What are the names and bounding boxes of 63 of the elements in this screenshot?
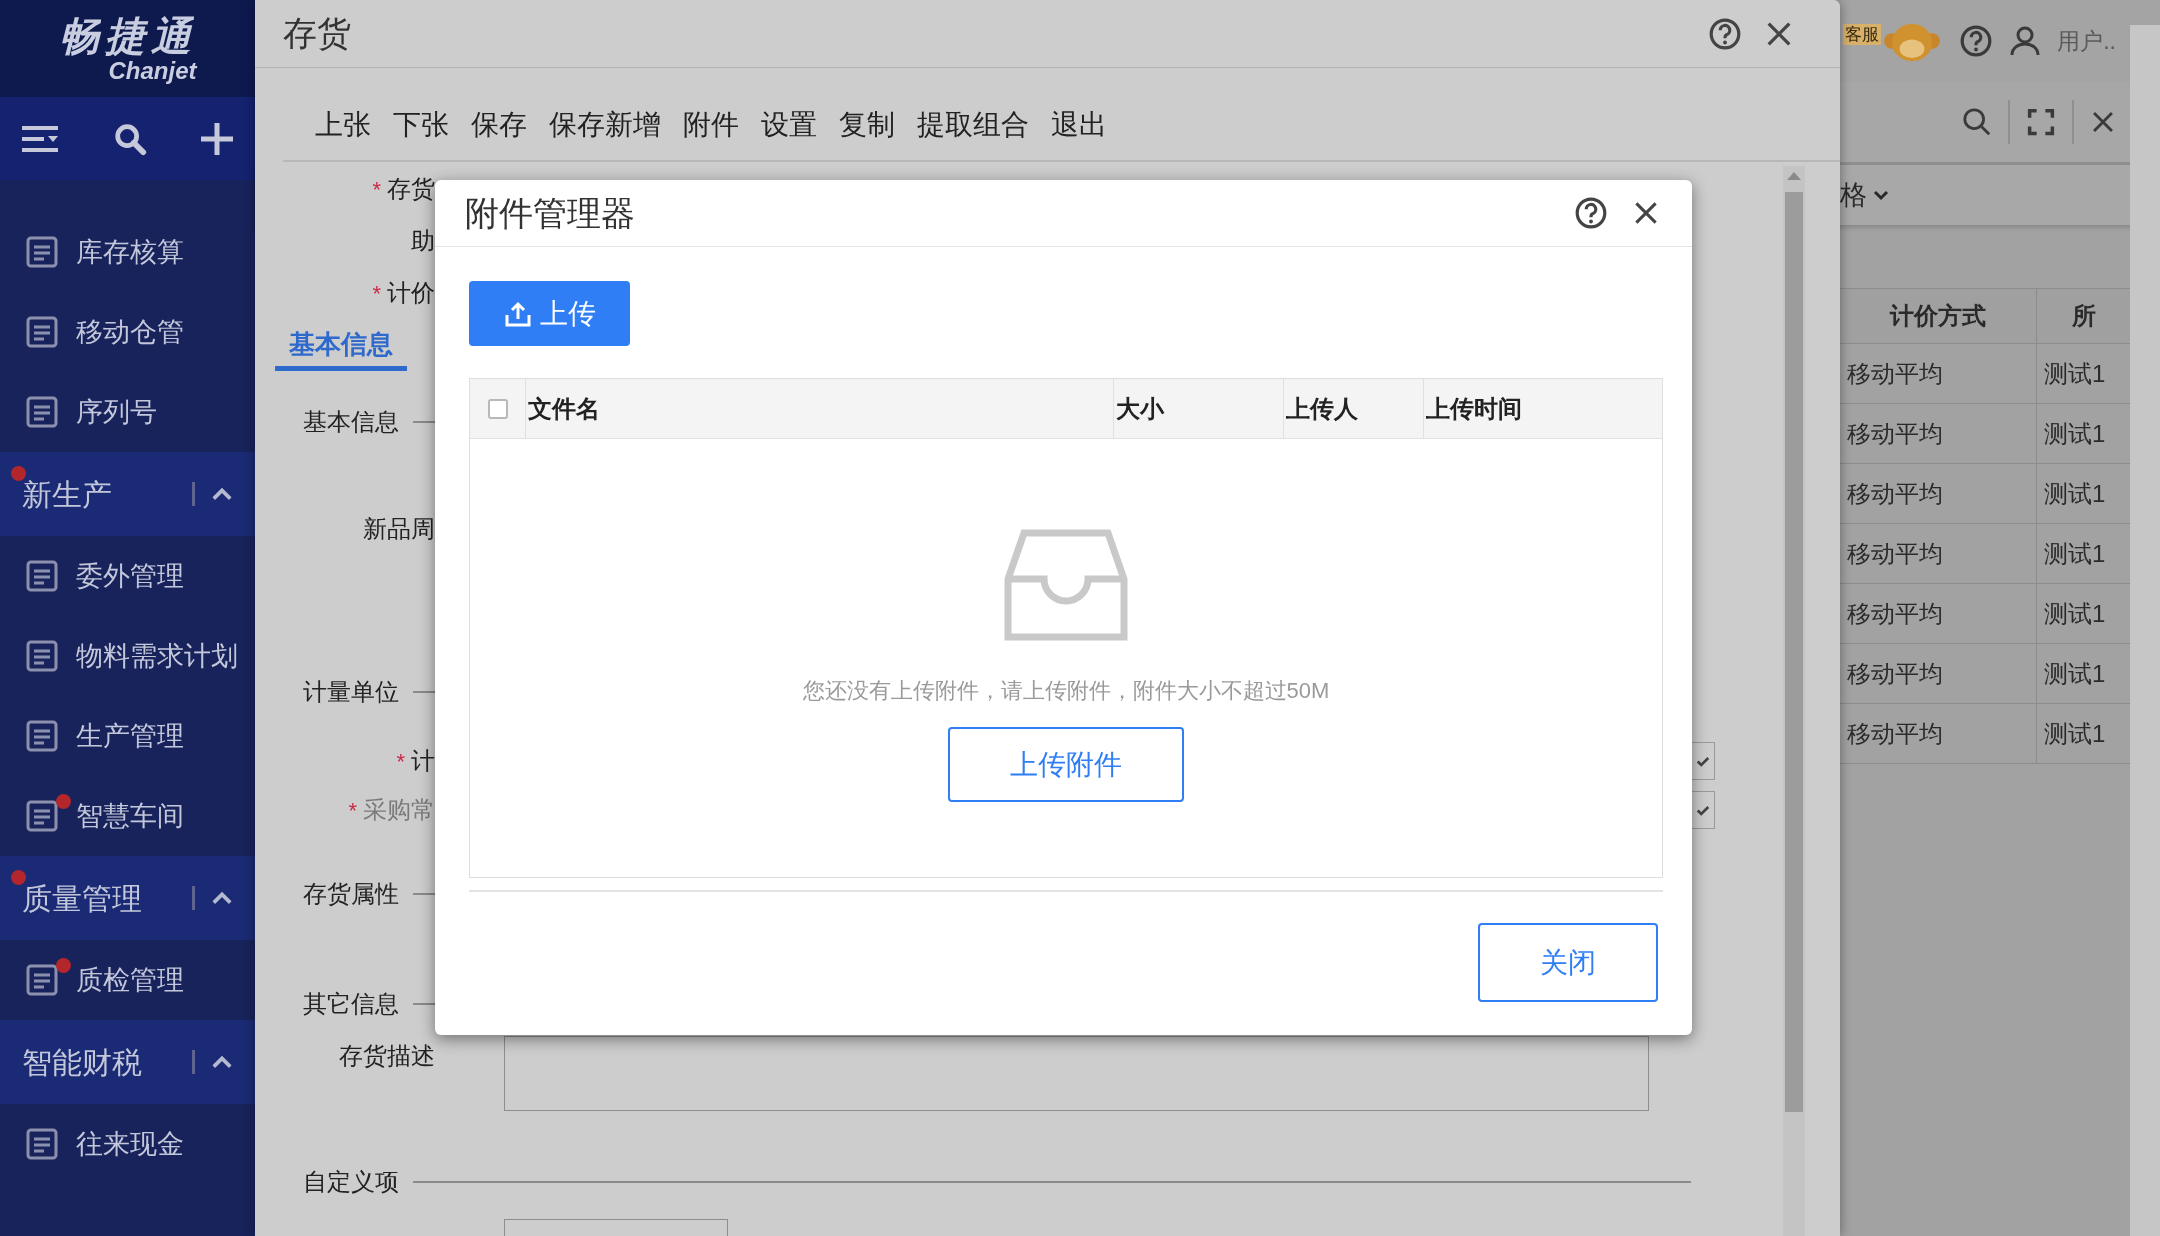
toolbar-button[interactable]: 保存新增 [549, 104, 661, 146]
menu-label: 序列号 [76, 395, 157, 429]
toolbar-button[interactable]: 退出 [1051, 104, 1107, 146]
menu-label: 生产管理 [76, 719, 184, 753]
menu-label: 质检管理 [76, 963, 184, 997]
menu-label: 智慧车间 [76, 799, 184, 833]
menu-item[interactable]: 往来现金 [0, 1104, 255, 1184]
support-tag: 客服 [1843, 24, 1882, 45]
field-label: 采购常 [363, 795, 435, 825]
group-label: 智能财税 [22, 1044, 143, 1081]
toolbar-button[interactable]: 附件 [683, 104, 739, 146]
window-title: 存货 [283, 13, 352, 54]
column-header[interactable]: 上传人 [1284, 379, 1424, 438]
menu-group[interactable]: 新生产 [0, 452, 255, 536]
toolbar-button[interactable]: 复制 [839, 104, 895, 146]
section-title: 存货属性 [303, 879, 399, 909]
menu-item[interactable]: 物料需求计划 [0, 616, 255, 696]
group-label: 新生产 [22, 476, 113, 513]
required-mark: * [348, 796, 357, 825]
required-mark: * [372, 279, 381, 308]
upload-attachment-button[interactable]: 上传附件 [948, 727, 1184, 802]
filter-dropdown[interactable]: 格 [1840, 174, 1889, 216]
upload-button[interactable]: 上传 [469, 281, 630, 346]
group-label: 质量管理 [22, 880, 143, 917]
column-header[interactable]: 文件名 [526, 379, 1114, 438]
field-label: 存货 [387, 174, 435, 204]
section-title: 其它信息 [303, 989, 399, 1019]
menu-item[interactable]: 委外管理 [0, 536, 255, 616]
menu-label: 移动仓管 [76, 315, 184, 349]
menu-label: 物料需求计划 [76, 639, 238, 673]
field-label: 计 [411, 746, 435, 776]
menu-item[interactable]: 序列号 [0, 372, 255, 452]
empty-message: 您还没有上传附件，请上传附件，附件大小不超过50M [802, 677, 1330, 705]
menu-item[interactable]: 生产管理 [0, 696, 255, 776]
toolbar-button[interactable]: 保存 [471, 104, 527, 146]
menu-item[interactable]: 质检管理 [0, 940, 255, 1020]
toolbar-button[interactable]: 设置 [761, 104, 817, 146]
menu-group[interactable]: 质量管理 [0, 856, 255, 940]
menu-item[interactable]: 库存核算 [0, 212, 255, 292]
section-title: 计量单位 [303, 677, 399, 707]
section-title: 基本信息 [303, 407, 399, 437]
required-mark: * [396, 747, 405, 776]
field-label: 助 [411, 226, 435, 256]
close-button[interactable]: 关闭 [1478, 923, 1658, 1002]
logo-text: 畅捷通 [58, 13, 197, 58]
required-mark: * [372, 175, 381, 204]
menu-label: 库存核算 [76, 235, 184, 269]
menu-group[interactable]: 智能财税 [0, 1020, 255, 1104]
toolbar-button[interactable]: 上张 [315, 104, 371, 146]
menu-item[interactable]: 移动仓管 [0, 292, 255, 372]
field-label: 计价 [387, 278, 435, 308]
toolbar-button[interactable]: 提取组合 [917, 104, 1029, 146]
field-label: 存货描述 [339, 1041, 435, 1071]
toolbar-button[interactable]: 下张 [393, 104, 449, 146]
logo-subtext: Chanjet [108, 57, 197, 84]
column-header[interactable]: 大小 [1114, 379, 1284, 438]
section-title: 自定义项 [303, 1167, 399, 1197]
dialog-title: 附件管理器 [465, 192, 636, 234]
menu-item[interactable]: 智慧车间 [0, 776, 255, 856]
field-label: 新品周 [363, 514, 435, 544]
column-header[interactable]: 上传时间 [1424, 379, 1662, 438]
menu-label: 委外管理 [76, 559, 184, 593]
menu-label: 往来现金 [76, 1127, 184, 1161]
